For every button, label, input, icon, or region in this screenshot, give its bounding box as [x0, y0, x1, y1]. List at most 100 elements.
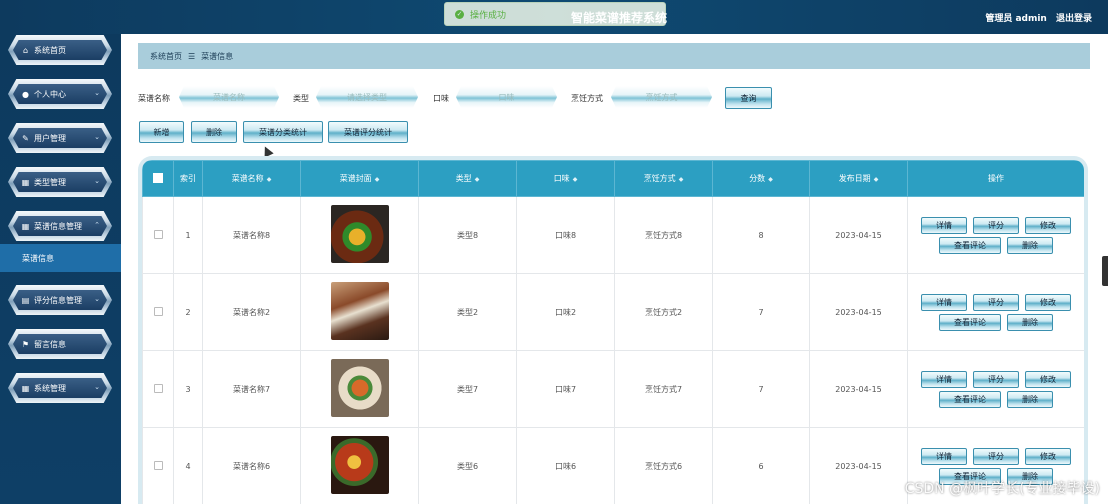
chevron-down-icon: ⌄ [94, 89, 100, 97]
edit-button[interactable]: 修改 [1025, 293, 1071, 311]
sidebar-item-label: 评分信息管理 [34, 295, 82, 305]
sort-icon: ◆ [873, 176, 879, 183]
edit-button[interactable]: 修改 [1025, 216, 1071, 234]
sort-icon: ◆ [474, 176, 480, 183]
sidebar-item-system[interactable]: ▦ 系统管理 ⌄ [8, 373, 112, 403]
cell-name: 菜谱名称6 [202, 427, 301, 504]
cell-index: 2 [173, 273, 203, 351]
sidebar-item-ratings[interactable]: ▤ 评分信息管理 ⌄ [8, 285, 112, 315]
sort-icon: ◆ [768, 176, 773, 183]
cell-name: 菜谱名称8 [202, 196, 301, 274]
table-row: 1 菜谱名称8 类型8 口味8 烹饪方式8 8 2023-04-15 详情 评分… [142, 196, 1084, 274]
type-select[interactable] [316, 86, 418, 108]
cell-actions: 详情 评分 修改 查看评论 删除 [907, 350, 1084, 428]
row-delete-button[interactable]: 删除 [1007, 313, 1053, 331]
breadcrumb-separator: ☰ [188, 51, 196, 61]
edit-button[interactable]: 修改 [1025, 447, 1071, 465]
detail-button[interactable]: 详情 [921, 216, 967, 234]
cell-date: 2023-04-15 [809, 196, 908, 274]
detail-button[interactable]: 详情 [921, 293, 967, 311]
sidebar-item-types[interactable]: ▦ 类型管理 ⌄ [8, 167, 112, 197]
detail-button[interactable]: 详情 [921, 447, 967, 465]
recipe-table: 索引 菜谱名称 ◆ 菜谱封面 ◆ 类型 ◆ 口味 ◆ 烹饪方式 ◆ 分数 ◆ 发布日期 ◆ 操… [142, 160, 1084, 504]
category-stats-button[interactable]: 菜谱分类统计 [243, 121, 323, 143]
view-comments-button[interactable]: 查看评论 [939, 313, 1001, 331]
sidebar-item-users[interactable]: ✎ 用户管理 ⌄ [8, 123, 112, 153]
cell-index: 1 [173, 196, 203, 274]
rate-button[interactable]: 评分 [973, 293, 1019, 311]
sidebar-subitem-recipe-info[interactable]: 菜谱信息 [0, 244, 121, 272]
recipe-name-input[interactable] [179, 86, 279, 108]
cell-index: 3 [173, 350, 203, 428]
cell-cover [300, 427, 419, 504]
cell-method: 烹饪方式7 [614, 350, 713, 428]
col-score[interactable]: 分数 ◆ [712, 160, 810, 197]
rate-button[interactable]: 评分 [973, 216, 1019, 234]
row-checkbox[interactable] [142, 350, 174, 428]
row-delete-button[interactable]: 删除 [1007, 236, 1053, 254]
edit-button[interactable]: 修改 [1025, 370, 1071, 388]
recipe-cover-image [330, 205, 389, 263]
view-comments-button[interactable]: 查看评论 [939, 390, 1001, 408]
sidebar-item-label: 用户管理 [34, 133, 66, 143]
grid-icon: ▦ [21, 177, 30, 187]
chevron-down-icon: ⌄ [94, 295, 100, 303]
taste-label: 口味 [433, 94, 449, 103]
breadcrumb-home[interactable]: 系统首页 [150, 51, 182, 62]
row-checkbox[interactable] [142, 273, 174, 351]
cell-method: 烹饪方式2 [614, 273, 713, 351]
rate-button[interactable]: 评分 [973, 370, 1019, 388]
query-button[interactable]: 查询 [725, 87, 772, 109]
cell-actions: 详情 评分 修改 查看评论 删除 [907, 273, 1084, 351]
view-comments-button[interactable]: 查看评论 [939, 236, 1001, 254]
cell-type: 类型6 [418, 427, 517, 504]
delete-button[interactable]: 删除 [191, 121, 237, 143]
col-cover[interactable]: 菜谱封面 ◆ [300, 160, 419, 197]
table-header-row: 索引 菜谱名称 ◆ 菜谱封面 ◆ 类型 ◆ 口味 ◆ 烹饪方式 ◆ 分数 ◆ 发布日期 ◆ 操… [142, 160, 1084, 197]
rating-stats-button[interactable]: 菜谱评分统计 [328, 121, 408, 143]
cell-taste: 口味8 [516, 196, 615, 274]
sort-icon: ◆ [266, 176, 272, 183]
cell-type: 类型7 [418, 350, 517, 428]
cell-score: 7 [712, 273, 810, 351]
select-all-checkbox[interactable] [142, 160, 174, 197]
col-name[interactable]: 菜谱名称 ◆ [202, 160, 301, 197]
recipe-cover-image [330, 282, 389, 340]
chat-icon: ▤ [21, 295, 30, 305]
add-button[interactable]: 新增 [139, 121, 184, 143]
cell-type: 类型2 [418, 273, 517, 351]
sidebar-item-label: 个人中心 [34, 89, 66, 99]
sidebar-item-messages[interactable]: ⚑ 留言信息 [8, 329, 112, 359]
user-label: 管理员 admin [985, 14, 1047, 24]
sort-icon: ◆ [678, 176, 684, 183]
recipe-cover-image [330, 436, 389, 494]
method-input[interactable] [611, 86, 712, 108]
taste-input[interactable] [456, 86, 557, 108]
app-title: 智能菜谱推荐系统 [571, 11, 668, 25]
col-type[interactable]: 类型 ◆ [418, 160, 517, 197]
grid-icon: ▦ [21, 383, 30, 393]
side-scroll-handle[interactable] [1102, 256, 1108, 286]
cell-date: 2023-04-15 [809, 350, 908, 428]
col-date[interactable]: 发布日期 ◆ [809, 160, 908, 197]
breadcrumb-current: 菜谱信息 [201, 51, 234, 61]
sidebar-item-profile[interactable]: ● 个人中心 ⌄ [8, 79, 112, 109]
col-taste[interactable]: 口味 ◆ [516, 160, 615, 197]
top-header: ✓ 操作成功 智能菜谱推荐系统 管理员 admin 退出登录 [0, 0, 1108, 34]
row-checkbox[interactable] [142, 196, 174, 274]
sidebar-item-home[interactable]: ⌂ 系统首页 [8, 35, 112, 65]
toast-message: 操作成功 [470, 10, 507, 21]
row-checkbox[interactable] [142, 427, 174, 504]
user-area: 管理员 admin 退出登录 [979, 11, 1092, 24]
sidebar-item-recipes[interactable]: ▦ 菜谱信息管理 ⌃ [8, 211, 112, 241]
recipe-table-container: 索引 菜谱名称 ◆ 菜谱封面 ◆ 类型 ◆ 口味 ◆ 烹饪方式 ◆ 分数 ◆ 发布日期 ◆ 操… [138, 156, 1088, 504]
rate-button[interactable]: 评分 [973, 447, 1019, 465]
sort-icon: ◆ [572, 176, 578, 183]
check-icon: ✓ [455, 9, 464, 19]
detail-button[interactable]: 详情 [921, 370, 967, 388]
logout-link[interactable]: 退出登录 [1056, 14, 1092, 24]
row-delete-button[interactable]: 删除 [1007, 390, 1053, 408]
cell-date: 2023-04-15 [809, 273, 908, 351]
sidebar-item-label: 系统管理 [34, 383, 66, 393]
col-method[interactable]: 烹饪方式 ◆ [614, 160, 713, 197]
